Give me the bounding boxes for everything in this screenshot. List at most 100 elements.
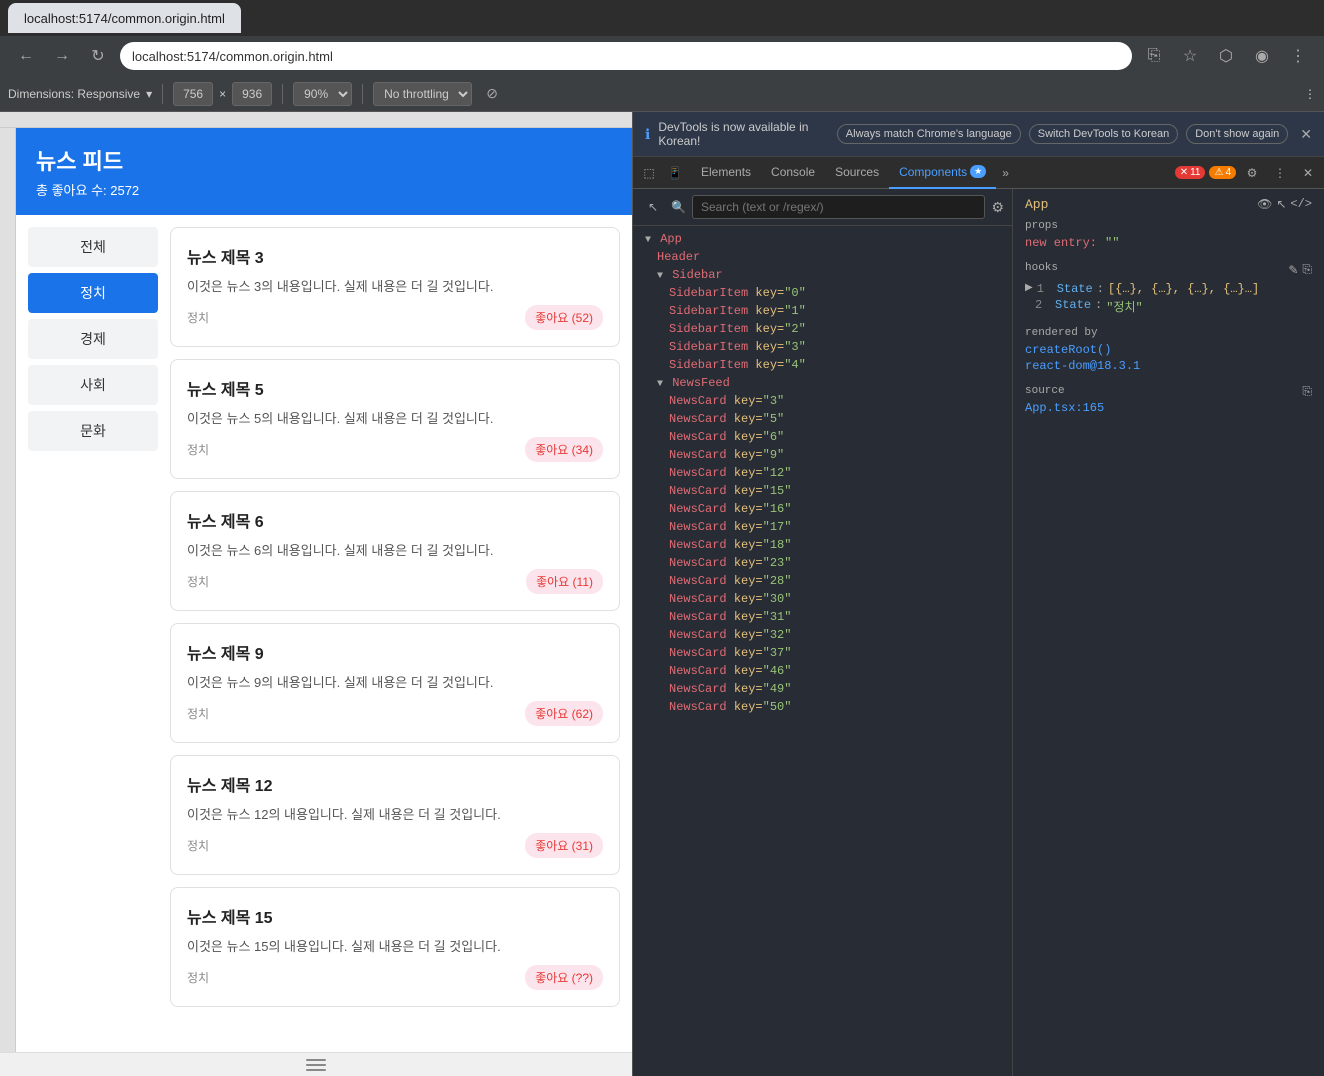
tab-components[interactable]: Components ★ (889, 157, 996, 189)
profile-icon[interactable]: ◉ (1248, 42, 1276, 70)
tree-item-newscard-9[interactable]: NewsCard key="9" (633, 446, 1012, 464)
active-tab[interactable]: localhost:5174/common.origin.html (8, 3, 241, 33)
like-button[interactable]: 좋아요 (??) (525, 965, 603, 990)
tree-item-newscard-12[interactable]: NewsCard key="12" (633, 464, 1012, 482)
tree-item-newscard-16[interactable]: NewsCard key="16" (633, 500, 1012, 518)
switch-devtools-button[interactable]: Switch DevTools to Korean (1029, 124, 1178, 144)
eye-icon[interactable]: 👁 (1257, 197, 1272, 212)
always-match-button[interactable]: Always match Chrome's language (837, 124, 1021, 144)
tree-item-sidebar[interactable]: ▼ Sidebar (633, 266, 1012, 284)
sidebar-btn-all[interactable]: 전체 (28, 227, 158, 267)
tree-item-newscard-32[interactable]: NewsCard key="32" (633, 626, 1012, 644)
tree-item-newscard-50[interactable]: NewsCard key="50" (633, 698, 1012, 716)
tree-item-sidebaritem-0[interactable]: SidebarItem key="0" (633, 284, 1012, 302)
device-icon[interactable]: 📱 (663, 161, 687, 185)
address-text: localhost:5174/common.origin.html (132, 49, 333, 64)
like-button[interactable]: 좋아요 (62) (525, 701, 603, 726)
extensions-icon[interactable]: ⬡ (1212, 42, 1240, 70)
tree-item-newscard-6[interactable]: NewsCard key="6" (633, 428, 1012, 446)
sidebar-btn-culture[interactable]: 문화 (28, 411, 158, 451)
component-tree[interactable]: ▼ App Header ▼ Sidebar SidebarItem key="… (633, 226, 1012, 1076)
component-search-input[interactable] (692, 195, 985, 219)
tree-item-newscard-18[interactable]: NewsCard key="18" (633, 536, 1012, 554)
tree-item-newscard-3[interactable]: NewsCard key="3" (633, 392, 1012, 410)
tree-item-newscard-49[interactable]: NewsCard key="49" (633, 680, 1012, 698)
width-input[interactable] (173, 82, 213, 106)
copy-source-icon[interactable]: ⎘ (1302, 385, 1312, 399)
news-card-content: 이것은 뉴스 15의 내용입니다. 실제 내용은 더 길 것입니다. (187, 936, 603, 955)
tree-attr: key= (755, 340, 784, 354)
details-header: App 👁 ↖ </> (1025, 197, 1312, 212)
tree-item-sidebaritem-2[interactable]: SidebarItem key="2" (633, 320, 1012, 338)
no-cache-icon[interactable]: ⊘ (478, 80, 506, 108)
tree-item-app[interactable]: ▼ App (633, 230, 1012, 248)
tree-tag: NewsCard (669, 448, 727, 462)
tree-item-sidebaritem-1[interactable]: SidebarItem key="1" (633, 302, 1012, 320)
hook-1-row[interactable]: ▶ 1 State : [{…}, {…}, {…}, {…}…] (1025, 282, 1312, 296)
like-button[interactable]: 좋아요 (31) (525, 833, 603, 858)
tree-item-newscard-23[interactable]: NewsCard key="23" (633, 554, 1012, 572)
close-devtools-icon[interactable]: ✕ (1296, 161, 1320, 185)
select-element-icon[interactable]: ↖ (1276, 197, 1286, 212)
like-button[interactable]: 좋아요 (52) (525, 305, 603, 330)
edit-icon[interactable]: ✎ (1288, 263, 1298, 278)
more-options-icon[interactable]: ⋮ (1268, 161, 1292, 185)
hooks-header: hooks ✎ ⎘ (1025, 262, 1312, 278)
error-icon: ✕ (1180, 167, 1188, 178)
hook-key: State (1057, 282, 1093, 296)
sidebar-btn-politics[interactable]: 정치 (28, 273, 158, 313)
like-button[interactable]: 좋아요 (11) (526, 569, 603, 594)
news-card-category: 정치 (187, 309, 209, 326)
menu-icon[interactable]: ⋮ (1284, 42, 1312, 70)
forward-button[interactable]: → (48, 42, 76, 70)
dont-show-again-button[interactable]: Don't show again (1186, 124, 1288, 144)
code-icon[interactable]: </> (1290, 197, 1312, 212)
tab-elements[interactable]: Elements (691, 157, 761, 189)
reload-button[interactable]: ↻ (84, 42, 112, 70)
tree-item-newsfeed[interactable]: ▼ NewsFeed (633, 374, 1012, 392)
height-input[interactable] (232, 82, 272, 106)
address-bar[interactable]: localhost:5174/common.origin.html (120, 42, 1132, 70)
components-badge: ★ (970, 165, 986, 178)
more-tabs-button[interactable]: » (996, 166, 1015, 180)
tree-item-newscard-30[interactable]: NewsCard key="30" (633, 590, 1012, 608)
tree-item-newscard-5[interactable]: NewsCard key="5" (633, 410, 1012, 428)
tree-item-newscard-31[interactable]: NewsCard key="31" (633, 608, 1012, 626)
tree-item-newscard-46[interactable]: NewsCard key="46" (633, 662, 1012, 680)
tree-item-sidebaritem-4[interactable]: SidebarItem key="4" (633, 356, 1012, 374)
like-button[interactable]: 좋아요 (34) (525, 437, 603, 462)
rendered-by-link-2[interactable]: react-dom@18.3.1 (1025, 359, 1140, 373)
tree-item-header[interactable]: Header (633, 248, 1012, 266)
news-card-title: 뉴스 제목 12 (187, 772, 603, 796)
search-settings-icon[interactable]: ⚙ (991, 199, 1004, 216)
page-content: 뉴스 피드 총 좋아요 수: 2572 전체 정치 경제 사회 문화 (16, 128, 632, 1052)
news-card-title: 뉴스 제목 6 (187, 508, 603, 532)
zoom-select[interactable]: 90% (293, 82, 352, 106)
tab-sources[interactable]: Sources (825, 157, 889, 189)
tree-item-newscard-28[interactable]: NewsCard key="28" (633, 572, 1012, 590)
sidebar-btn-economy[interactable]: 경제 (28, 319, 158, 359)
hook-2-row[interactable]: 2 State : "정치" (1025, 298, 1312, 315)
source-path[interactable]: App.tsx:165 (1025, 401, 1104, 415)
tree-item-newscard-17[interactable]: NewsCard key="17" (633, 518, 1012, 536)
tree-item-newscard-15[interactable]: NewsCard key="15" (633, 482, 1012, 500)
inspect-icon[interactable]: ⬚ (637, 161, 661, 185)
rendered-by-title: rendered by (1025, 327, 1312, 339)
star-icon[interactable]: ☆ (1176, 42, 1204, 70)
arrow-down: ▼ (645, 235, 651, 246)
more-options[interactable]: ⋮ (1304, 87, 1316, 101)
source-title: source (1025, 385, 1104, 397)
notification-close-button[interactable]: ✕ (1300, 126, 1312, 143)
rendered-by-link-1[interactable]: createRoot() (1025, 343, 1111, 357)
throttling-select[interactable]: No throttling (373, 82, 472, 106)
settings-gear-icon[interactable]: ⚙ (1240, 161, 1264, 185)
cast-icon[interactable]: ⎘ (1140, 42, 1168, 70)
tab-console[interactable]: Console (761, 157, 825, 189)
sidebar-btn-society[interactable]: 사회 (28, 365, 158, 405)
back-button[interactable]: ← (12, 42, 40, 70)
tree-item-sidebaritem-3[interactable]: SidebarItem key="3" (633, 338, 1012, 356)
tree-item-newscard-37[interactable]: NewsCard key="37" (633, 644, 1012, 662)
copy-hooks-icon[interactable]: ⎘ (1302, 263, 1312, 278)
cursor-icon[interactable]: ↖ (641, 195, 665, 219)
tree-tag: NewsCard (669, 592, 727, 606)
